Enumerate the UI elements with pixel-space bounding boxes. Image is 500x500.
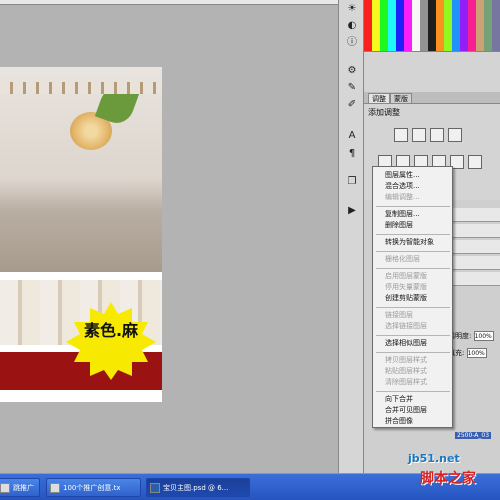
- menu-copy-layer-style: 拷贝图层样式: [385, 356, 427, 364]
- gear-icon[interactable]: ⚙: [345, 65, 359, 77]
- layers-icon[interactable]: ❐: [345, 176, 359, 188]
- type-icon[interactable]: A: [345, 130, 359, 142]
- opacity-field[interactable]: 100%: [473, 331, 494, 341]
- tool-preset-icon[interactable]: ✎: [345, 82, 359, 94]
- brightness-icon[interactable]: [394, 128, 408, 142]
- photoshop-icon: [150, 483, 160, 493]
- taskbar-item[interactable]: 跳推广: [0, 478, 40, 497]
- fill-field[interactable]: 100%: [466, 348, 487, 358]
- layer-row[interactable]: [445, 256, 500, 270]
- menu-clear-layer-style: 清除图层样式: [385, 378, 427, 386]
- menu-merge-visible[interactable]: 合并可见图层: [385, 405, 427, 416]
- layer-row[interactable]: [445, 224, 500, 238]
- star-badge: 素色.麻: [62, 300, 160, 380]
- actions-icon[interactable]: ▶: [345, 205, 359, 217]
- lace-trim: [0, 82, 162, 94]
- tab-masks[interactable]: 蒙版: [390, 93, 412, 103]
- compass-icon[interactable]: ☀: [345, 3, 359, 15]
- menu-create-clipping-mask[interactable]: 创建剪贴蒙版: [385, 293, 427, 304]
- menu-separator: [376, 352, 450, 353]
- menu-layer-properties[interactable]: 图层属性...: [385, 170, 420, 181]
- menu-select-similar-layers[interactable]: 选择相似图层: [385, 338, 427, 349]
- layer-name[interactable]: 2500-A_03: [455, 432, 492, 439]
- brush-icon[interactable]: ✐: [345, 99, 359, 111]
- info-icon[interactable]: ⓘ: [345, 37, 359, 49]
- layer-row[interactable]: [445, 208, 500, 222]
- adjustment-icons: [394, 128, 474, 142]
- layer-context-menu: 图层属性... 混合选项... 编辑调整... 复制图层... 删除图层 转换为…: [372, 166, 453, 428]
- curves-icon[interactable]: [430, 128, 444, 142]
- document-image[interactable]: 素色.麻: [0, 67, 162, 402]
- product-banner-area: 素色.麻: [0, 272, 162, 402]
- photoshop-window: 素色.麻 ☀ ◐ ⓘ ⚙ ✎ ✐ A ¶ ❐ ▶ 调整 蒙版 添加调整 透明度:…: [0, 0, 500, 500]
- watermark-url: jb51.net: [408, 452, 460, 465]
- exposure-icon[interactable]: [448, 128, 462, 142]
- adjustments-title: 添加调整: [368, 108, 400, 117]
- menu-separator: [376, 307, 450, 308]
- menu-convert-smart-object[interactable]: 转换为智能对象: [385, 237, 434, 248]
- menu-separator: [376, 251, 450, 252]
- channel-mixer-icon[interactable]: [468, 155, 482, 169]
- taskbar-label: 宝贝主图.psd @ 6...: [163, 484, 229, 492]
- menu-separator: [376, 234, 450, 235]
- badge-text: 素色.麻: [83, 321, 139, 340]
- watermark-name: 脚本之家: [420, 471, 476, 487]
- taskbar-label: 跳推广: [13, 484, 34, 492]
- paragraph-icon[interactable]: ¶: [345, 148, 359, 160]
- menu-link-layers: 链接图层: [385, 311, 413, 319]
- menu-merge-down[interactable]: 向下合并: [385, 394, 413, 405]
- swatches-panel[interactable]: [364, 0, 500, 52]
- menu-delete-layer[interactable]: 删除图层: [385, 220, 413, 231]
- menu-separator: [376, 391, 450, 392]
- notepad-icon: [50, 483, 60, 493]
- menu-enable-layer-mask: 启用图层蒙版: [385, 272, 427, 280]
- panel-dock-strip: ☀ ◐ ⓘ ⚙ ✎ ✐ A ¶ ❐ ▶: [338, 0, 364, 473]
- fabric-photo: [0, 67, 162, 272]
- menu-rasterize-layer: 栅格化图层: [385, 255, 420, 263]
- menu-separator: [376, 268, 450, 269]
- menu-select-linked-layers: 选择链接图层: [385, 322, 427, 330]
- layer-row[interactable]: [445, 272, 500, 286]
- opacity-control: 透明度: 100%: [448, 330, 500, 342]
- menu-disable-vector-mask: 停用矢量蒙版: [385, 283, 427, 291]
- taskbar-item[interactable]: 100个推广创意.tx: [46, 478, 141, 497]
- fill-control: 填充: 100%: [448, 347, 500, 359]
- adjustments-tabbar: 调整 蒙版: [364, 92, 500, 104]
- layer-row[interactable]: [445, 240, 500, 254]
- taskbar-item-active[interactable]: 宝贝主图.psd @ 6...: [146, 478, 250, 497]
- levels-icon[interactable]: [412, 128, 426, 142]
- menu-blending-options[interactable]: 混合选项...: [385, 181, 420, 192]
- menu-paste-layer-style: 粘贴图层样式: [385, 367, 427, 375]
- menu-edit-adjustment: 编辑调整...: [385, 193, 420, 201]
- color-icon[interactable]: ◐: [345, 20, 359, 32]
- tab-adjustments[interactable]: 调整: [368, 93, 390, 103]
- app-icon: [0, 483, 10, 493]
- menu-separator: [376, 206, 450, 207]
- menu-separator: [376, 335, 450, 336]
- menu-flatten-image[interactable]: 拼合图像: [385, 416, 413, 427]
- taskbar-label: 100个推广创意.tx: [63, 484, 121, 492]
- menu-duplicate-layer[interactable]: 复制图层...: [385, 209, 420, 220]
